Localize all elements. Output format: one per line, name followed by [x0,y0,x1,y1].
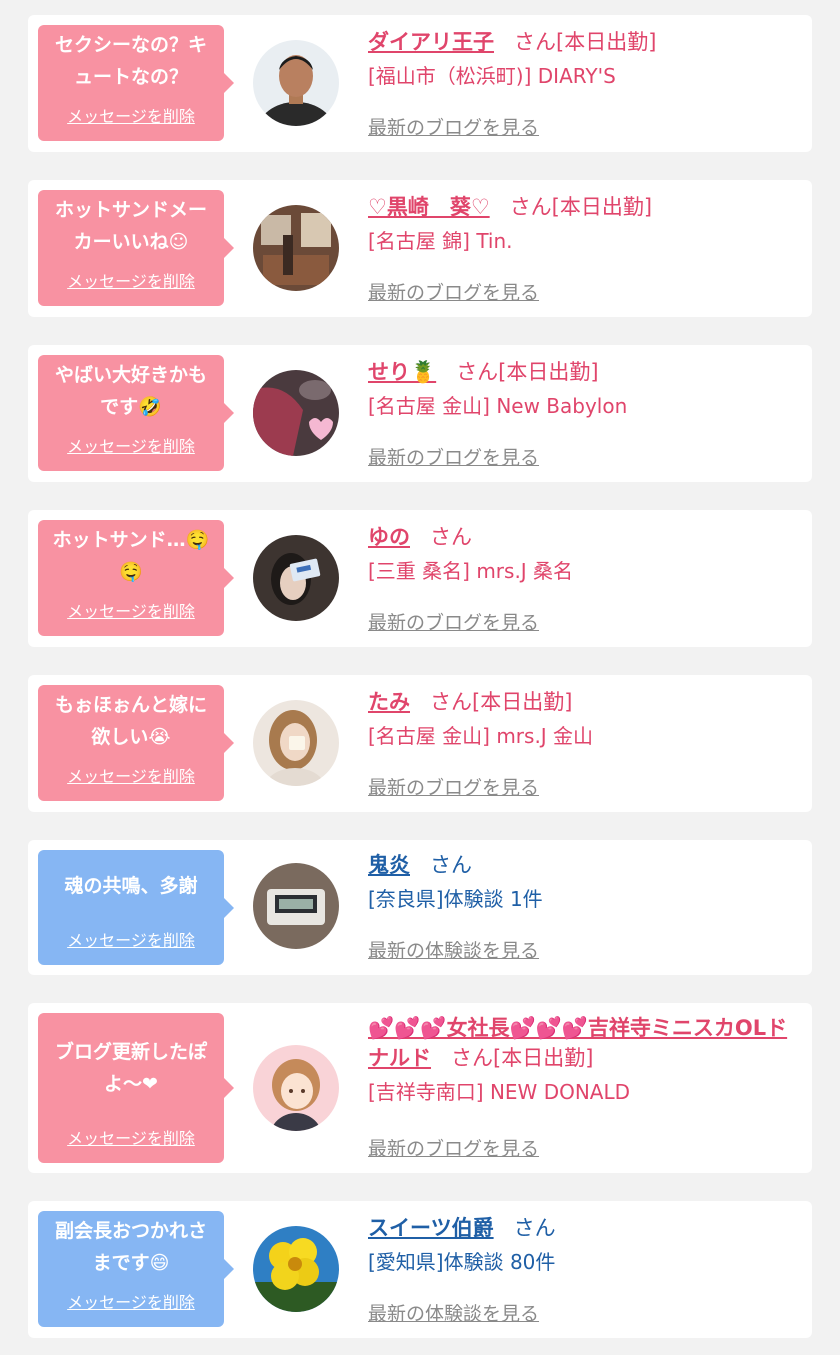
message-line: 🤤 [119,561,143,583]
message-bubble: 魂の共鳴、多謝 メッセージを削除 [38,850,234,965]
user-suffix: さん [513,1216,556,1240]
message-line: 副会長おつかれさ [54,1220,207,1242]
attendance-status: さん[本日出勤] [451,1046,594,1070]
view-latest-link[interactable]: 最新の体験談を見る [368,1299,539,1326]
message-text: もぉほぉんと嫁に 欲しい😭 [44,685,218,757]
attendance-status: さん[本日出勤] [456,360,599,384]
message-text: やばい大好きかも です🤣 [44,355,218,427]
message-line: ブログ更新したぽ [54,1041,207,1063]
message-text: セクシーなの？キ ュートなの？ [44,25,218,97]
message-line: まです😄 [92,1252,170,1274]
message-text: 副会長おつかれさ まです😄 [44,1211,218,1283]
view-latest-link[interactable]: 最新のブログを見る [368,113,539,140]
shop-info: [吉祥寺南口] NEW DONALD [368,1080,631,1104]
message-list: セクシーなの？キ ュートなの？ メッセージを削除 ダイアリ王子 さん[本日出勤]… [0,0,840,1355]
delete-message-link[interactable]: メッセージを削除 [38,268,224,292]
message-card: 副会長おつかれさ まです😄 メッセージを削除 スイーツ伯爵 さん [愛知県]体験… [28,1201,812,1338]
message-bubble: ホットサンドメー カーいいね☺ メッセージを削除 [38,190,234,306]
review-info: [奈良県]体験談 1件 [368,887,543,911]
message-line: ホットサンドメー [54,199,207,221]
delete-message-link[interactable]: メッセージを削除 [38,598,224,622]
message-card: 魂の共鳴、多謝 メッセージを削除 鬼炎 さん [奈良県]体験談 1件 最新の体験… [28,840,812,975]
view-latest-link[interactable]: 最新のブログを見る [368,443,539,470]
message-text: ホットサンドメー カーいいね☺ [44,190,218,262]
message-bubble: ブログ更新したぽ よ〜❤ メッセージを削除 [38,1013,234,1163]
message-line: 欲しい😭 [91,726,171,748]
view-latest-link[interactable]: 最新のブログを見る [368,773,539,800]
user-name-link[interactable]: スイーツ伯爵 [368,1216,494,1240]
review-info: [愛知県]体験談 80件 [368,1250,556,1274]
message-bubble: もぉほぉんと嫁に 欲しい😭 メッセージを削除 [38,685,234,801]
red-hair-heart-avatar[interactable] [253,370,339,456]
user-suffix: さん [430,853,473,877]
view-latest-link[interactable]: 最新のブログを見る [368,278,539,305]
attendance-status: さん[本日出勤] [430,690,573,714]
message-line: やばい大好きかも [54,364,207,386]
anime-girl-avatar[interactable] [253,1045,339,1131]
message-line: ュートなの？ [73,66,188,88]
message-line: カーいいね☺ [73,231,189,253]
message-card: セクシーなの？キ ュートなの？ メッセージを削除 ダイアリ王子 さん[本日出勤]… [28,15,812,152]
delete-message-link[interactable]: メッセージを削除 [38,1289,224,1313]
shop-info: [名古屋 金山] mrs.J 金山 [368,724,594,748]
shop-info: [名古屋 錦] Tin. [368,229,513,253]
user-name-link[interactable]: ダイアリ王子 [368,30,494,54]
view-latest-link[interactable]: 最新のブログを見る [368,1134,539,1161]
message-line: です🤣 [100,396,162,418]
user-name-link[interactable]: ♡黒崎 葵♡ [368,195,490,219]
delete-message-link[interactable]: メッセージを削除 [38,433,224,457]
user-name-link[interactable]: 鬼炎 [368,853,410,877]
user-name-link[interactable]: せり🍍 [368,360,436,384]
message-bubble: 副会長おつかれさ まです😄 メッセージを削除 [38,1211,234,1327]
delete-message-link[interactable]: メッセージを削除 [38,763,224,787]
shop-info: [三重 桑名] mrs.J 桑名 [368,559,574,583]
yellow-flower-avatar[interactable] [253,1226,339,1312]
message-line: 魂の共鳴、多謝 [64,875,198,897]
message-text: ホットサンド…🤤 🤤 [44,520,218,592]
delete-message-link[interactable]: メッセージを削除 [38,103,224,127]
view-latest-link[interactable]: 最新の体験談を見る [368,936,539,963]
message-bubble: ホットサンド…🤤 🤤 メッセージを削除 [38,520,234,636]
message-line: セクシーなの？キ [54,34,207,56]
woman-mask-avatar[interactable] [253,700,339,786]
message-text: 魂の共鳴、多謝 [44,850,218,922]
user-name-link[interactable]: ゆの [368,525,410,549]
attendance-status: さん [430,525,473,549]
message-text: ブログ更新したぽ よ〜❤ [44,1013,218,1123]
message-line: よ〜❤ [104,1073,158,1095]
view-latest-link[interactable]: 最新のブログを見る [368,608,539,635]
man-portrait-avatar[interactable] [253,40,339,126]
delete-message-link[interactable]: メッセージを削除 [38,1125,224,1149]
shop-info: [名古屋 金山] New Babylon [368,394,628,418]
message-bubble: セクシーなの？キ ュートなの？ メッセージを削除 [38,25,234,141]
room-interior-avatar[interactable] [253,205,339,291]
message-card: もぉほぉんと嫁に 欲しい😭 メッセージを削除 たみ さん[本日出勤] [名古屋 … [28,675,812,812]
message-card: ブログ更新したぽ よ〜❤ メッセージを削除 💕💕💕女社長💕💕💕吉祥寺ミニスカOL… [28,1003,812,1173]
delete-message-link[interactable]: メッセージを削除 [38,927,224,951]
shop-info: [福山市（松浜町)] DIARY'S [368,64,616,88]
message-bubble: やばい大好きかも です🤣 メッセージを削除 [38,355,234,471]
woman-card-avatar[interactable] [253,535,339,621]
digital-clock-avatar[interactable] [253,863,339,949]
message-line: もぉほぉんと嫁に [54,694,207,716]
message-card: やばい大好きかも です🤣 メッセージを削除 せり🍍 さん[本日出勤] [名古屋 … [28,345,812,482]
attendance-status: さん[本日出勤] [509,195,653,219]
attendance-status: さん[本日出勤] [514,30,657,54]
message-card: ホットサンド…🤤 🤤 メッセージを削除 ゆの さん [三重 桑名] mrs.J … [28,510,812,647]
message-line: ホットサンド…🤤 [52,529,210,551]
message-card: ホットサンドメー カーいいね☺ メッセージを削除 ♡黒崎 葵♡ さん[本日出勤]… [28,180,812,317]
user-name-link[interactable]: たみ [368,690,410,714]
